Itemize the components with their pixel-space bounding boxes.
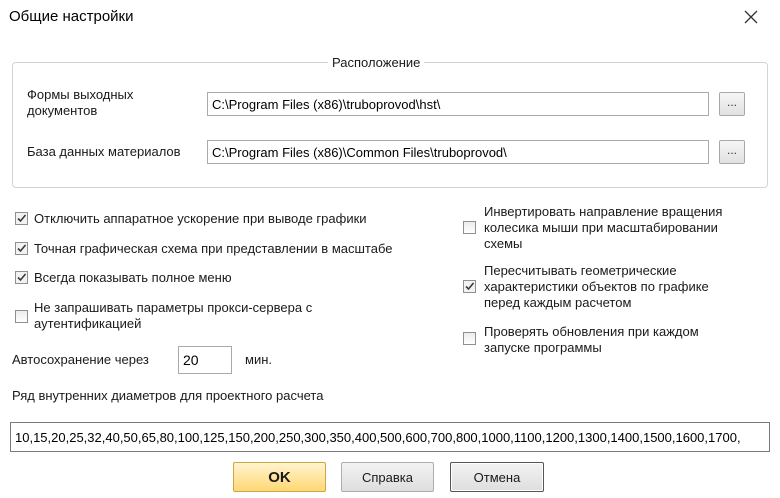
check-updates-checkbox[interactable] [463,332,476,345]
full-menu-label: Всегда показывать полное меню [34,270,232,285]
invert-wheel-checkbox[interactable] [463,221,476,234]
recalc-geometry-checkbox[interactable] [463,280,476,293]
disable-hw-accel-checkbox[interactable] [15,212,28,225]
disable-hw-accel-label: Отключить аппаратное ускорение при вывод… [34,211,367,226]
diameters-label: Ряд внутренних диаметров для проектного … [12,388,324,403]
invert-wheel-label-line1: Инвертировать направление вращения [484,204,723,219]
cancel-button[interactable]: Отмена [450,462,544,492]
recalc-geometry-label-line2: характеристики объектов по графике [484,279,709,294]
invert-wheel-label-line2: колесика мыши при масштабировании [484,220,718,235]
materials-db-browse-button[interactable]: ... [719,140,745,164]
diameters-input[interactable] [10,422,770,452]
output-forms-label-line2: документов [27,103,98,118]
autosave-minutes-input[interactable] [178,346,232,374]
location-group-legend: Расположение [328,55,425,70]
output-forms-label-line1: Формы выходных [27,87,134,102]
output-forms-label: Формы выходных документов [27,87,133,119]
materials-db-label: База данных материалов [27,144,181,159]
checkmark-icon [17,273,27,282]
autosave-label: Автосохранение через [12,352,149,367]
exact-scheme-checkbox[interactable] [15,242,28,255]
recalc-geometry-label-line3: перед каждым расчетом [484,295,632,310]
check-updates-label-line2: запуске программы [484,340,602,355]
invert-wheel-label: Инвертировать направление вращения колес… [484,204,722,252]
close-icon [744,10,758,24]
exact-scheme-label: Точная графическая схема при представлен… [34,241,393,256]
window-title: Общие настройки [9,8,134,25]
no-proxy-auth-label-line1: Не запрашивать параметры прокси-сервера … [34,300,313,315]
check-updates-label: Проверять обновления при каждом запуске … [484,324,699,356]
materials-db-path-input[interactable] [207,140,709,164]
close-button[interactable] [738,4,764,30]
no-proxy-auth-checkbox[interactable] [15,310,28,323]
no-proxy-auth-label-line2: аутентификацией [34,316,142,331]
location-group [12,62,768,188]
checkmark-icon [17,214,27,223]
help-button[interactable]: Справка [341,462,434,492]
no-proxy-auth-label: Не запрашивать параметры прокси-сервера … [34,300,312,332]
invert-wheel-label-line3: схемы [484,236,523,251]
output-forms-browse-button[interactable]: ... [719,92,745,116]
check-updates-label-line1: Проверять обновления при каждом [484,324,699,339]
recalc-geometry-label: Пересчитывать геометрические характерист… [484,263,709,311]
output-forms-path-input[interactable] [207,92,709,116]
recalc-geometry-label-line1: Пересчитывать геометрические [484,263,677,278]
autosave-unit: мин. [245,352,272,367]
ok-button[interactable]: OK [233,462,326,492]
checkmark-icon [17,244,27,253]
checkmark-icon [465,282,475,291]
full-menu-checkbox[interactable] [15,271,28,284]
